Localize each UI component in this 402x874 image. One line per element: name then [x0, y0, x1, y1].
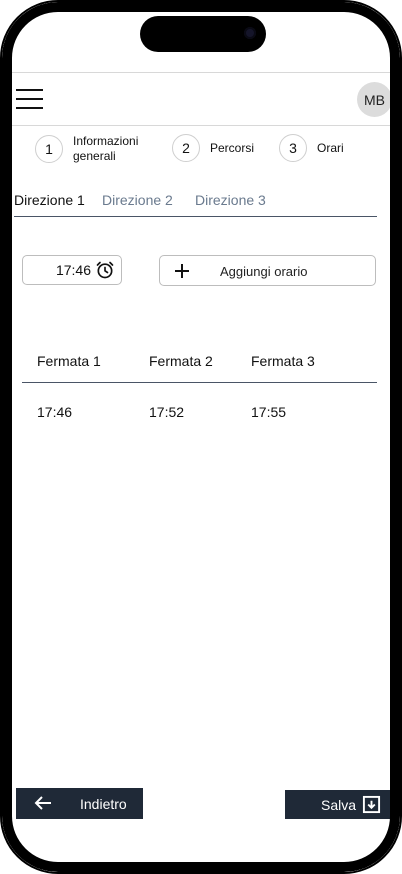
- avatar[interactable]: MB: [357, 82, 392, 117]
- step-label: Orari: [317, 140, 344, 155]
- time-value: 17:46: [55, 262, 91, 278]
- step-number: 1: [35, 135, 63, 163]
- step-3[interactable]: 3 Orari: [279, 134, 344, 162]
- save-label: Salva: [321, 797, 357, 813]
- table-cell: 17:46: [37, 404, 73, 420]
- add-time-button[interactable]: Aggiungi orario: [159, 255, 376, 286]
- save-download-icon: [362, 795, 381, 814]
- step-number: 3: [279, 134, 307, 162]
- add-time-label: Aggiungi orario: [220, 264, 308, 279]
- save-button[interactable]: Salva: [285, 790, 390, 819]
- phone-frame: MB 1 Informazioni generali 2 Percorsi 3 …: [0, 0, 402, 874]
- direction-tabs: Direzione 1 Direzione 2 Direzione 3: [14, 190, 377, 217]
- back-button[interactable]: Indietro: [16, 788, 143, 819]
- step-label: Percorsi: [210, 140, 255, 155]
- camera-icon: [244, 27, 256, 39]
- dynamic-island: [140, 16, 266, 52]
- step-2[interactable]: 2 Percorsi: [172, 134, 254, 162]
- tab-direzione-2[interactable]: Direzione 2: [102, 192, 173, 208]
- tab-direzione-3[interactable]: Direzione 3: [195, 192, 266, 208]
- column-header: Fermata 1: [37, 353, 101, 369]
- table-row: 17:46 17:52 17:55: [22, 383, 377, 423]
- table-cell: 17:52: [149, 404, 185, 420]
- step-1[interactable]: 1 Informazioni generali: [35, 134, 153, 164]
- step-label: Informazioni generali: [73, 134, 139, 163]
- table-cell: 17:55: [251, 404, 287, 420]
- step-number: 2: [172, 134, 200, 162]
- column-header: Fermata 2: [149, 353, 213, 369]
- stepper: 1 Informazioni generali 2 Percorsi 3 Ora…: [2, 134, 400, 170]
- tab-direzione-1[interactable]: Direzione 1: [14, 192, 85, 208]
- schedule-table: Fermata 1 Fermata 2 Fermata 3 17:46 17:5…: [22, 342, 377, 423]
- plus-icon: [175, 264, 189, 278]
- back-label: Indietro: [80, 796, 127, 812]
- column-header: Fermata 3: [251, 353, 315, 369]
- hamburger-menu-icon[interactable]: [16, 87, 44, 109]
- arrow-left-icon: [34, 796, 51, 810]
- alarm-clock-icon: [96, 261, 114, 279]
- device-bezel: [2, 2, 400, 872]
- time-input[interactable]: 17:46: [22, 255, 122, 285]
- app-header: MB: [6, 72, 400, 126]
- table-header: Fermata 1 Fermata 2 Fermata 3: [22, 342, 377, 383]
